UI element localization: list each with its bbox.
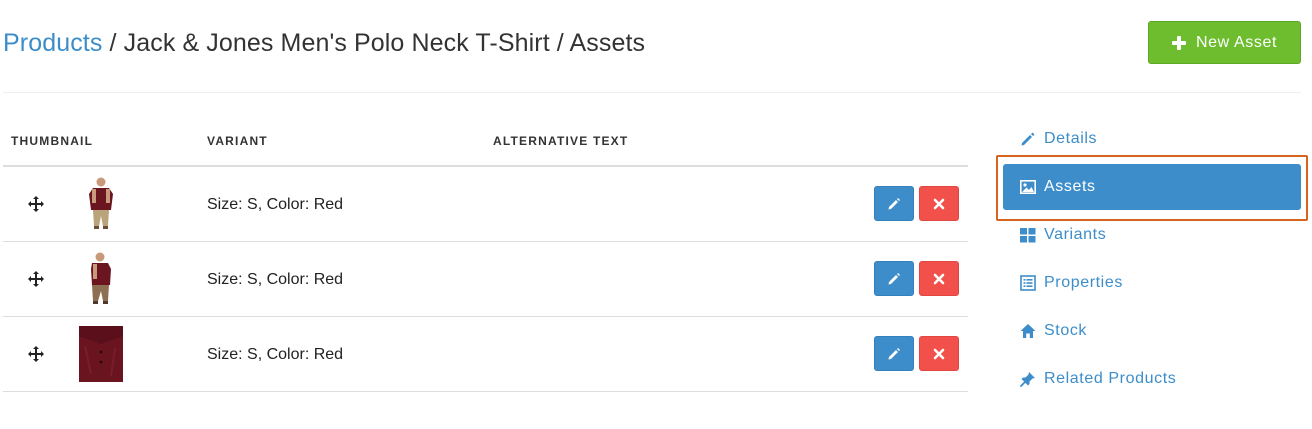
move-icon[interactable] — [28, 346, 44, 362]
column-header-thumbnail: THUMBNAIL — [11, 134, 94, 148]
assets-table: THUMBNAIL VARIANT ALTERNATIVE TEXT Size:… — [3, 115, 968, 392]
pencil-icon — [1020, 131, 1036, 147]
move-icon[interactable] — [28, 196, 44, 212]
edit-button[interactable] — [874, 261, 914, 296]
product-side-menu: Details Assets Variants Properties Stock — [1003, 115, 1301, 403]
asset-thumbnail[interactable] — [79, 176, 123, 232]
variant-cell: Size: S, Color: Red — [207, 271, 344, 288]
menu-item-details[interactable]: Details — [1003, 115, 1301, 163]
delete-button[interactable] — [919, 186, 959, 221]
asset-thumbnail[interactable] — [79, 251, 123, 307]
move-icon[interactable] — [28, 271, 44, 287]
grid-icon — [1020, 227, 1036, 243]
column-header-variant: VARIANT — [207, 134, 268, 148]
new-asset-button[interactable]: New Asset — [1148, 21, 1301, 64]
assets-page: Products / Jack & Jones Men's Polo Neck … — [0, 0, 1312, 429]
image-icon — [1020, 179, 1036, 195]
table-header: THUMBNAIL VARIANT ALTERNATIVE TEXT — [3, 115, 968, 167]
breadcrumb-separator: / — [549, 29, 570, 57]
menu-item-variants[interactable]: Variants — [1003, 211, 1301, 259]
menu-item-label: Properties — [1044, 274, 1123, 291]
table-row: Size: S, Color: Red — [3, 317, 968, 392]
close-icon — [933, 348, 945, 359]
asset-thumbnail[interactable] — [79, 326, 123, 382]
table-row: Size: S, Color: Red — [3, 167, 968, 242]
new-asset-label: New Asset — [1196, 33, 1277, 51]
pin-icon — [1020, 371, 1036, 387]
column-header-alternative-text: ALTERNATIVE TEXT — [493, 134, 629, 148]
delete-button[interactable] — [919, 336, 959, 371]
breadcrumb-current: Assets — [569, 29, 646, 57]
pencil-icon — [888, 197, 900, 209]
menu-item-label: Assets — [1044, 178, 1096, 195]
list-icon — [1020, 275, 1036, 291]
breadcrumb-product-name: Jack & Jones Men's Polo Neck T-Shirt — [123, 29, 550, 57]
breadcrumb: Products / Jack & Jones Men's Polo Neck … — [3, 27, 645, 59]
pencil-icon — [888, 272, 900, 284]
edit-button[interactable] — [874, 186, 914, 221]
delete-button[interactable] — [919, 261, 959, 296]
close-icon — [933, 273, 945, 284]
plus-icon — [1172, 35, 1186, 50]
breadcrumb-separator: / — [102, 29, 124, 57]
menu-item-stock[interactable]: Stock — [1003, 307, 1301, 355]
variant-cell: Size: S, Color: Red — [207, 346, 344, 363]
table-row: Size: S, Color: Red — [3, 242, 968, 317]
variant-cell: Size: S, Color: Red — [207, 196, 344, 213]
menu-item-label: Details — [1044, 130, 1098, 147]
menu-item-label: Stock — [1044, 322, 1088, 339]
menu-item-related-products[interactable]: Related Products — [1003, 355, 1301, 403]
home-icon — [1020, 323, 1036, 339]
breadcrumb-products-link[interactable]: Products — [3, 29, 102, 57]
menu-item-properties[interactable]: Properties — [1003, 259, 1301, 307]
edit-button[interactable] — [874, 336, 914, 371]
menu-item-label: Variants — [1044, 226, 1107, 243]
header-divider — [3, 92, 1301, 93]
pencil-icon — [888, 347, 900, 359]
close-icon — [933, 198, 945, 209]
menu-item-assets[interactable]: Assets — [1003, 164, 1301, 210]
menu-item-label: Related Products — [1044, 370, 1177, 387]
